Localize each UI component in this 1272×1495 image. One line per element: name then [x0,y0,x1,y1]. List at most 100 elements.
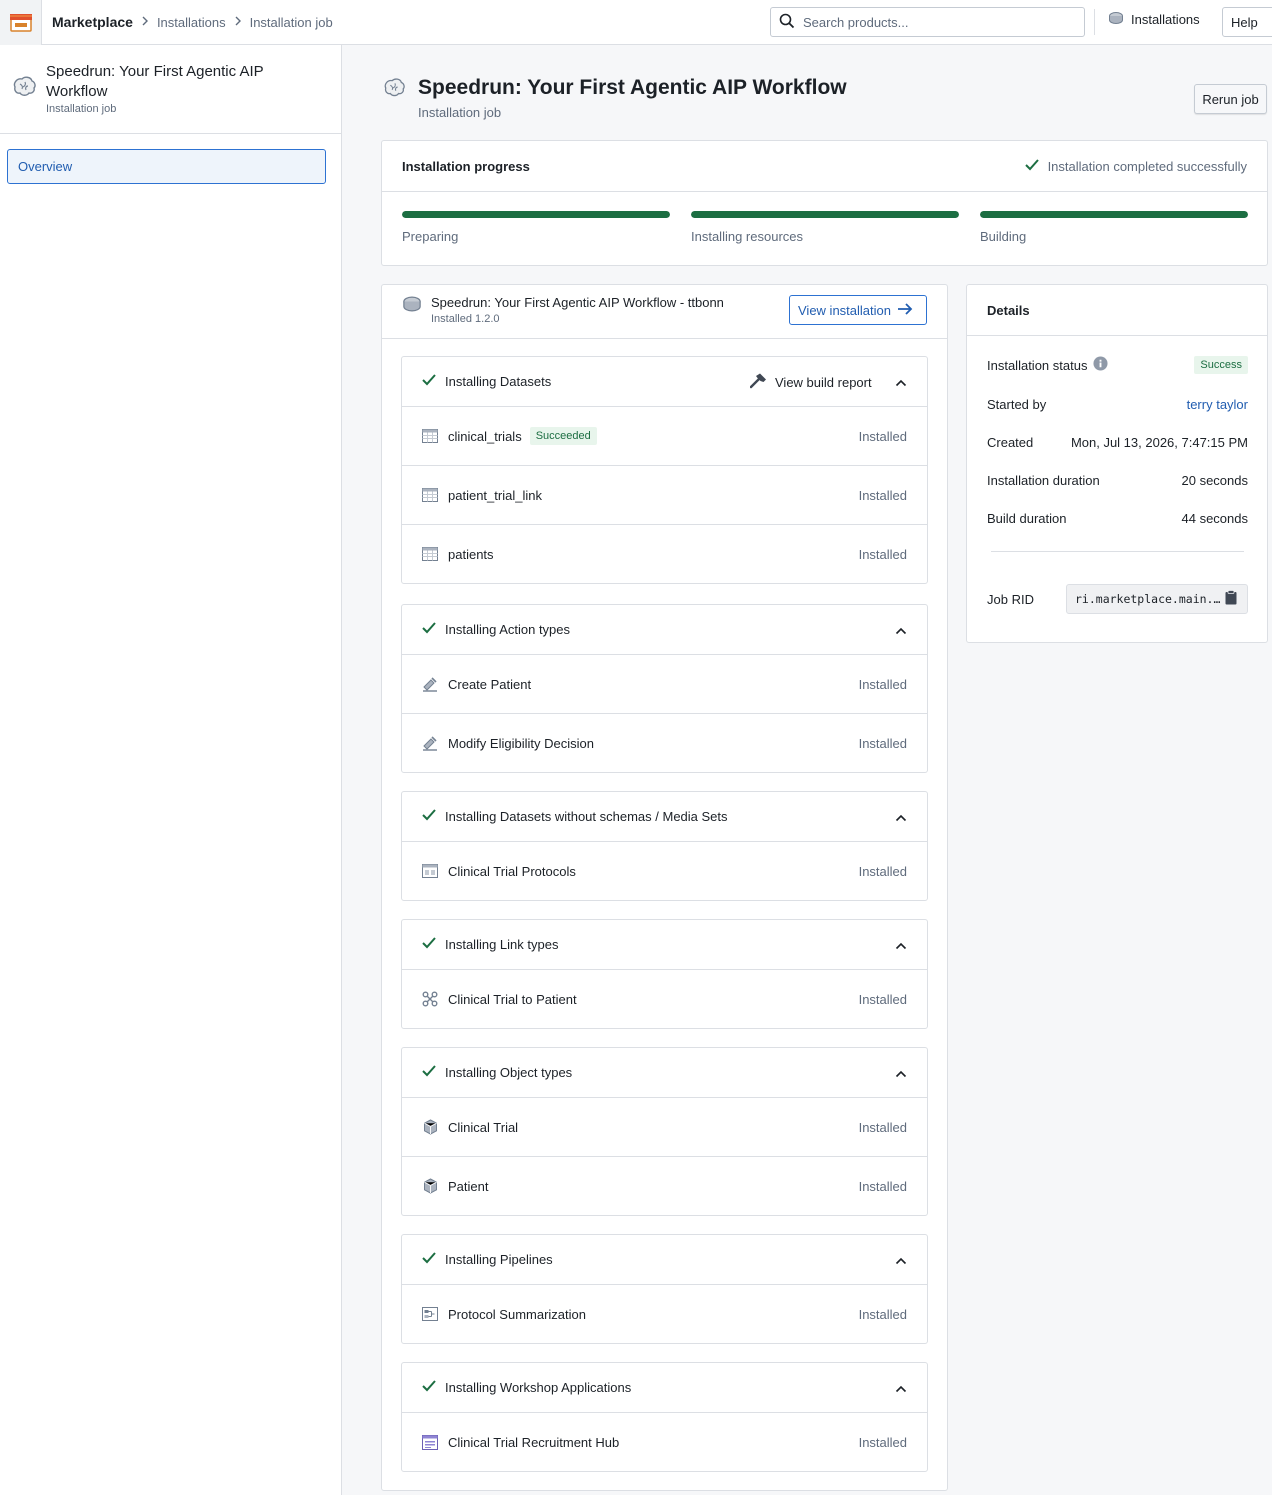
product-brain-icon [382,77,406,102]
search-input[interactable] [803,14,1063,30]
breadcrumb-marketplace[interactable]: Marketplace [52,14,133,30]
progress-bar [980,211,1248,218]
resource-status: Installed [858,991,907,1007]
chevron-up-icon[interactable] [895,938,907,953]
resource-name: Modify Eligibility Decision [448,735,594,751]
chevron-up-icon[interactable] [895,375,907,390]
resource-row: Clinical Trial Installed [402,1098,927,1157]
resource-status: Installed [858,546,907,562]
chevron-up-icon[interactable] [895,623,907,638]
info-icon[interactable] [1093,356,1108,374]
installations-label: Installations [1131,12,1200,27]
help-button[interactable]: Help [1222,7,1272,37]
search-box[interactable] [770,7,1085,37]
resource-status: Installed [858,1434,907,1450]
section-header[interactable]: Installing Pipelines [402,1235,927,1285]
detail-job-rid: Job RID ri.marketplace.main.installation… [987,584,1248,614]
resource-name: patient_trial_link [448,487,542,503]
resource-row: patient_trial_link Installed [402,466,927,525]
dataset-icon [422,487,438,503]
section-title: Installing Pipelines [445,1252,553,1267]
resource-row: patients Installed [402,525,927,583]
status-badge: Success [1194,356,1248,374]
breadcrumb-installations[interactable]: Installations [157,15,226,30]
resource-row: Clinical Trial Protocols Installed [402,842,927,900]
chevron-up-icon[interactable] [895,810,907,825]
installation-resources-card: Speedrun: Your First Agentic AIP Workflo… [381,284,948,1491]
page-title: Speedrun: Your First Agentic AIP Workflo… [418,76,847,99]
resource-name: Clinical Trial to Patient [448,991,577,1007]
resource-name: Clinical Trial [448,1119,519,1135]
breadcrumb-installation-job: Installation job [249,14,333,30]
detail-started-by: Started by terry taylor [987,397,1248,412]
clipboard-icon[interactable] [1225,590,1237,608]
chevron-up-icon[interactable] [895,1066,907,1081]
resource-status: Installed [858,428,907,444]
search-icon [779,13,795,32]
section-header[interactable]: Installing Datasets without schemas / Me… [402,792,927,842]
object-type-icon [422,1119,438,1135]
install-section: Installing Action types Create Patient Ins… [401,604,928,773]
resource-status: Installed [858,1178,907,1194]
step-label: Installing resources [691,229,803,244]
detail-created: Created Mon, Jul 13, 2026, 7:47:15 PM [987,435,1248,450]
resource-row: clinical_trials Succeeded Installed [402,407,927,466]
install-section: Installing Object types Clinical Trial Ins… [401,1047,928,1216]
top-bar: Marketplace Installations Installation j… [0,0,1272,45]
job-rid-field[interactable]: ri.marketplace.main.installation-job [1066,584,1248,614]
detail-value: 20 seconds [1181,473,1249,488]
progress-bar-fill [402,211,670,218]
object-type-icon [422,1178,438,1194]
section-title: Installing Workshop Applications [445,1380,632,1395]
progress-bar-fill [691,211,959,218]
detail-installation-duration: Installation duration 20 seconds [987,473,1248,488]
detail-label: Installation status [987,356,1108,374]
job-rid-value: ri.marketplace.main.installation-job [1075,592,1221,606]
marketplace-logo-icon[interactable] [0,0,42,45]
resource-status: Installed [858,1119,907,1135]
divider [382,338,947,339]
installations-icon [1108,11,1124,28]
sidebar-header: Speedrun: Your First Agentic AIP Workflo… [0,45,341,134]
progress-header: Installation progress Installation compl… [382,141,1267,192]
install-section: Installing Pipelines Protocol Summarizati… [401,1234,928,1344]
install-section: Installing Workshop Applications Clinical… [401,1362,928,1472]
sidebar-title: Speedrun: Your First Agentic AIP Workflo… [46,63,264,100]
workshop-icon [422,1434,438,1450]
section-header[interactable]: Installing Link types [402,920,927,970]
section-header[interactable]: Installing Action types [402,605,927,655]
resource-row: Clinical Trial to Patient Installed [402,970,927,1028]
user-link[interactable]: terry taylor [1187,397,1248,412]
arrow-right-icon [897,302,913,319]
section-header[interactable]: Installing Object types [402,1048,927,1098]
pipeline-icon [422,1306,438,1322]
chevron-up-icon[interactable] [895,1381,907,1396]
product-brain-icon [11,75,37,102]
chevron-right-icon [141,15,149,29]
view-build-report-button[interactable]: View build report [749,373,872,392]
chevron-up-icon[interactable] [895,1253,907,1268]
progress-status: Installation completed successfully [1024,159,1247,174]
section-title: Installing Link types [445,937,559,952]
installations-button[interactable]: Installations [1108,11,1200,28]
detail-label: Job RID [987,591,1034,607]
view-installation-label: View installation [798,302,891,318]
divider [1094,9,1095,35]
resource-name: clinical_trials [448,428,522,444]
dataset-icon [422,546,438,562]
rerun-job-button[interactable]: Rerun job [1194,84,1267,114]
dataset-icon [422,428,438,444]
detail-label-text: Installation status [987,357,1088,373]
view-installation-button[interactable]: View installation [789,295,927,325]
sidebar-item-overview[interactable]: Overview [7,149,326,184]
succeeded-badge: Succeeded [529,427,597,445]
section-header[interactable]: Installing Datasets View build report [402,357,927,407]
page-subtitle: Installation job [418,105,502,120]
resource-name: patients [448,546,494,562]
check-icon [422,1065,436,1080]
installation-progress-card: Installation progress Installation compl… [381,140,1268,266]
detail-build-duration: Build duration 44 seconds [987,511,1248,526]
build-report-label: View build report [775,375,872,390]
section-header[interactable]: Installing Workshop Applications [402,1363,927,1413]
link-type-icon [422,991,438,1007]
